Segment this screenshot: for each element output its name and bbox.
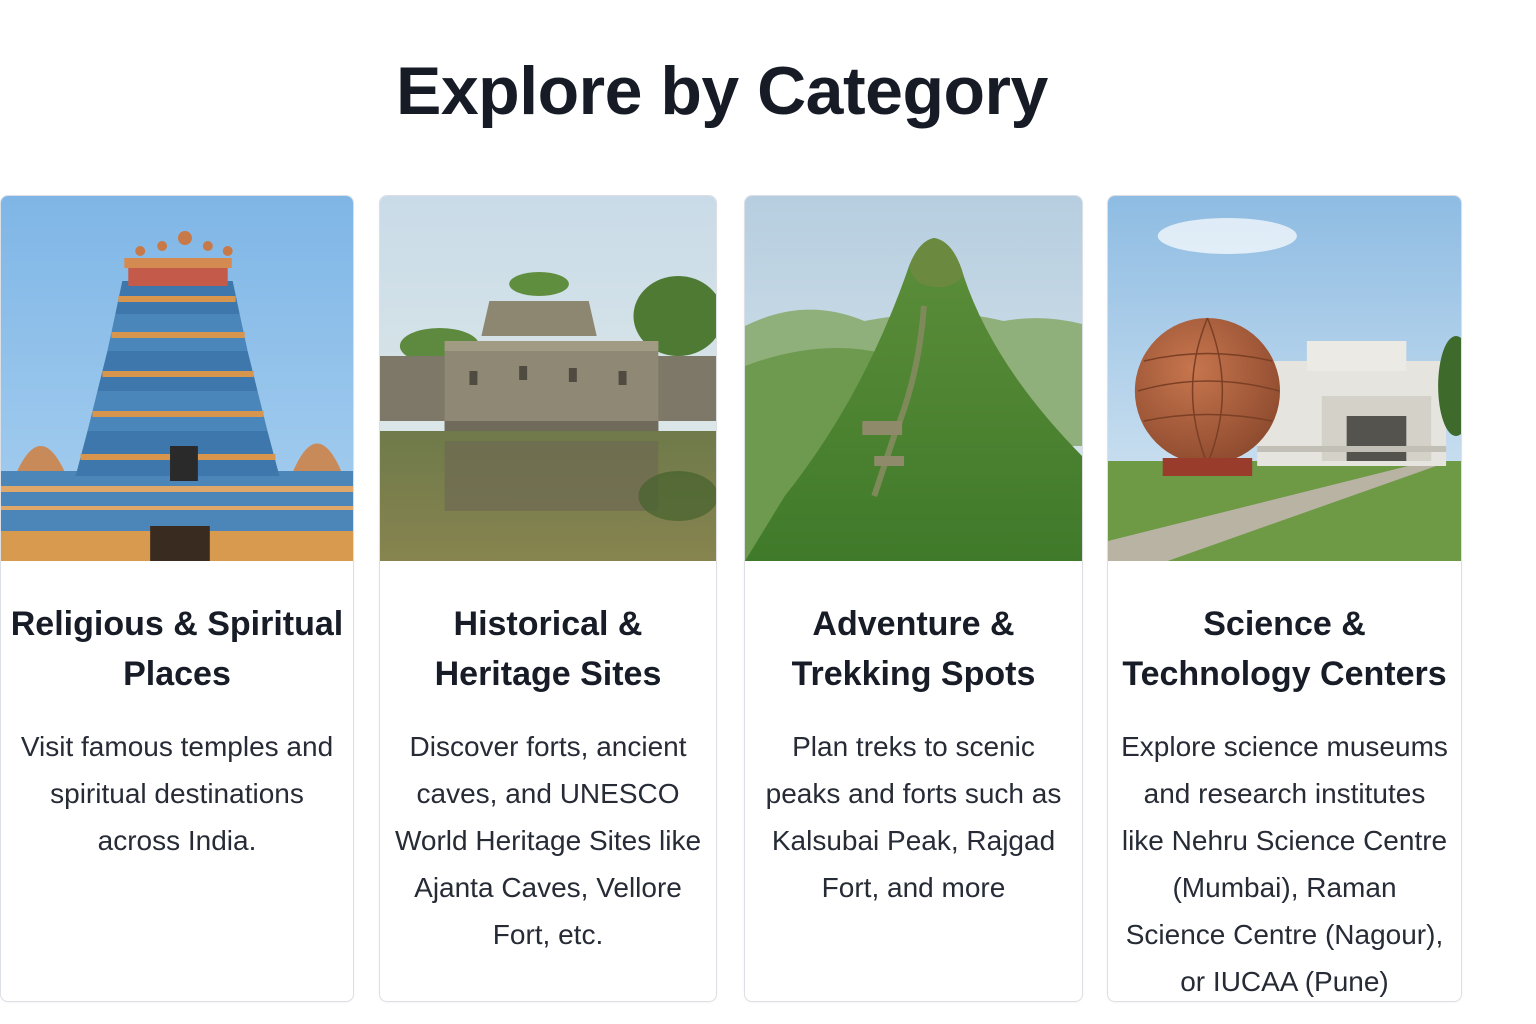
category-card-adventure[interactable]: Adventure & Trekking Spots Plan treks to… <box>744 195 1083 1002</box>
temple-gopuram-image[interactable] <box>1 196 353 561</box>
moat-fort-image[interactable] <box>380 196 716 561</box>
card-description: Visit famous temples and spiritual desti… <box>20 731 334 856</box>
card-title: Religious & Spiritual Places <box>10 605 344 693</box>
page-title: Explore by Category <box>396 53 1048 129</box>
category-card-science[interactable]: Science & Technology Centers Explore sci… <box>1107 195 1462 1002</box>
card-description: Plan treks to scenic peaks and forts suc… <box>765 731 1062 903</box>
card-title: Science & Technology Centers <box>1122 605 1447 693</box>
category-card-religious[interactable]: Religious & Spiritual Places Visit famou… <box>0 195 354 1002</box>
card-title: Adventure & Trekking Spots <box>791 605 1036 693</box>
card-description: Explore science museums and research ins… <box>1121 731 1448 997</box>
card-description: Discover forts, ancient caves, and UNESC… <box>394 731 702 950</box>
green-mountain-peak-image[interactable] <box>745 196 1082 561</box>
card-title: Historical & Heritage Sites <box>434 605 662 693</box>
science-dome-building-image[interactable] <box>1108 196 1461 561</box>
category-card-historical[interactable]: Historical & Heritage Sites Discover for… <box>379 195 717 1002</box>
